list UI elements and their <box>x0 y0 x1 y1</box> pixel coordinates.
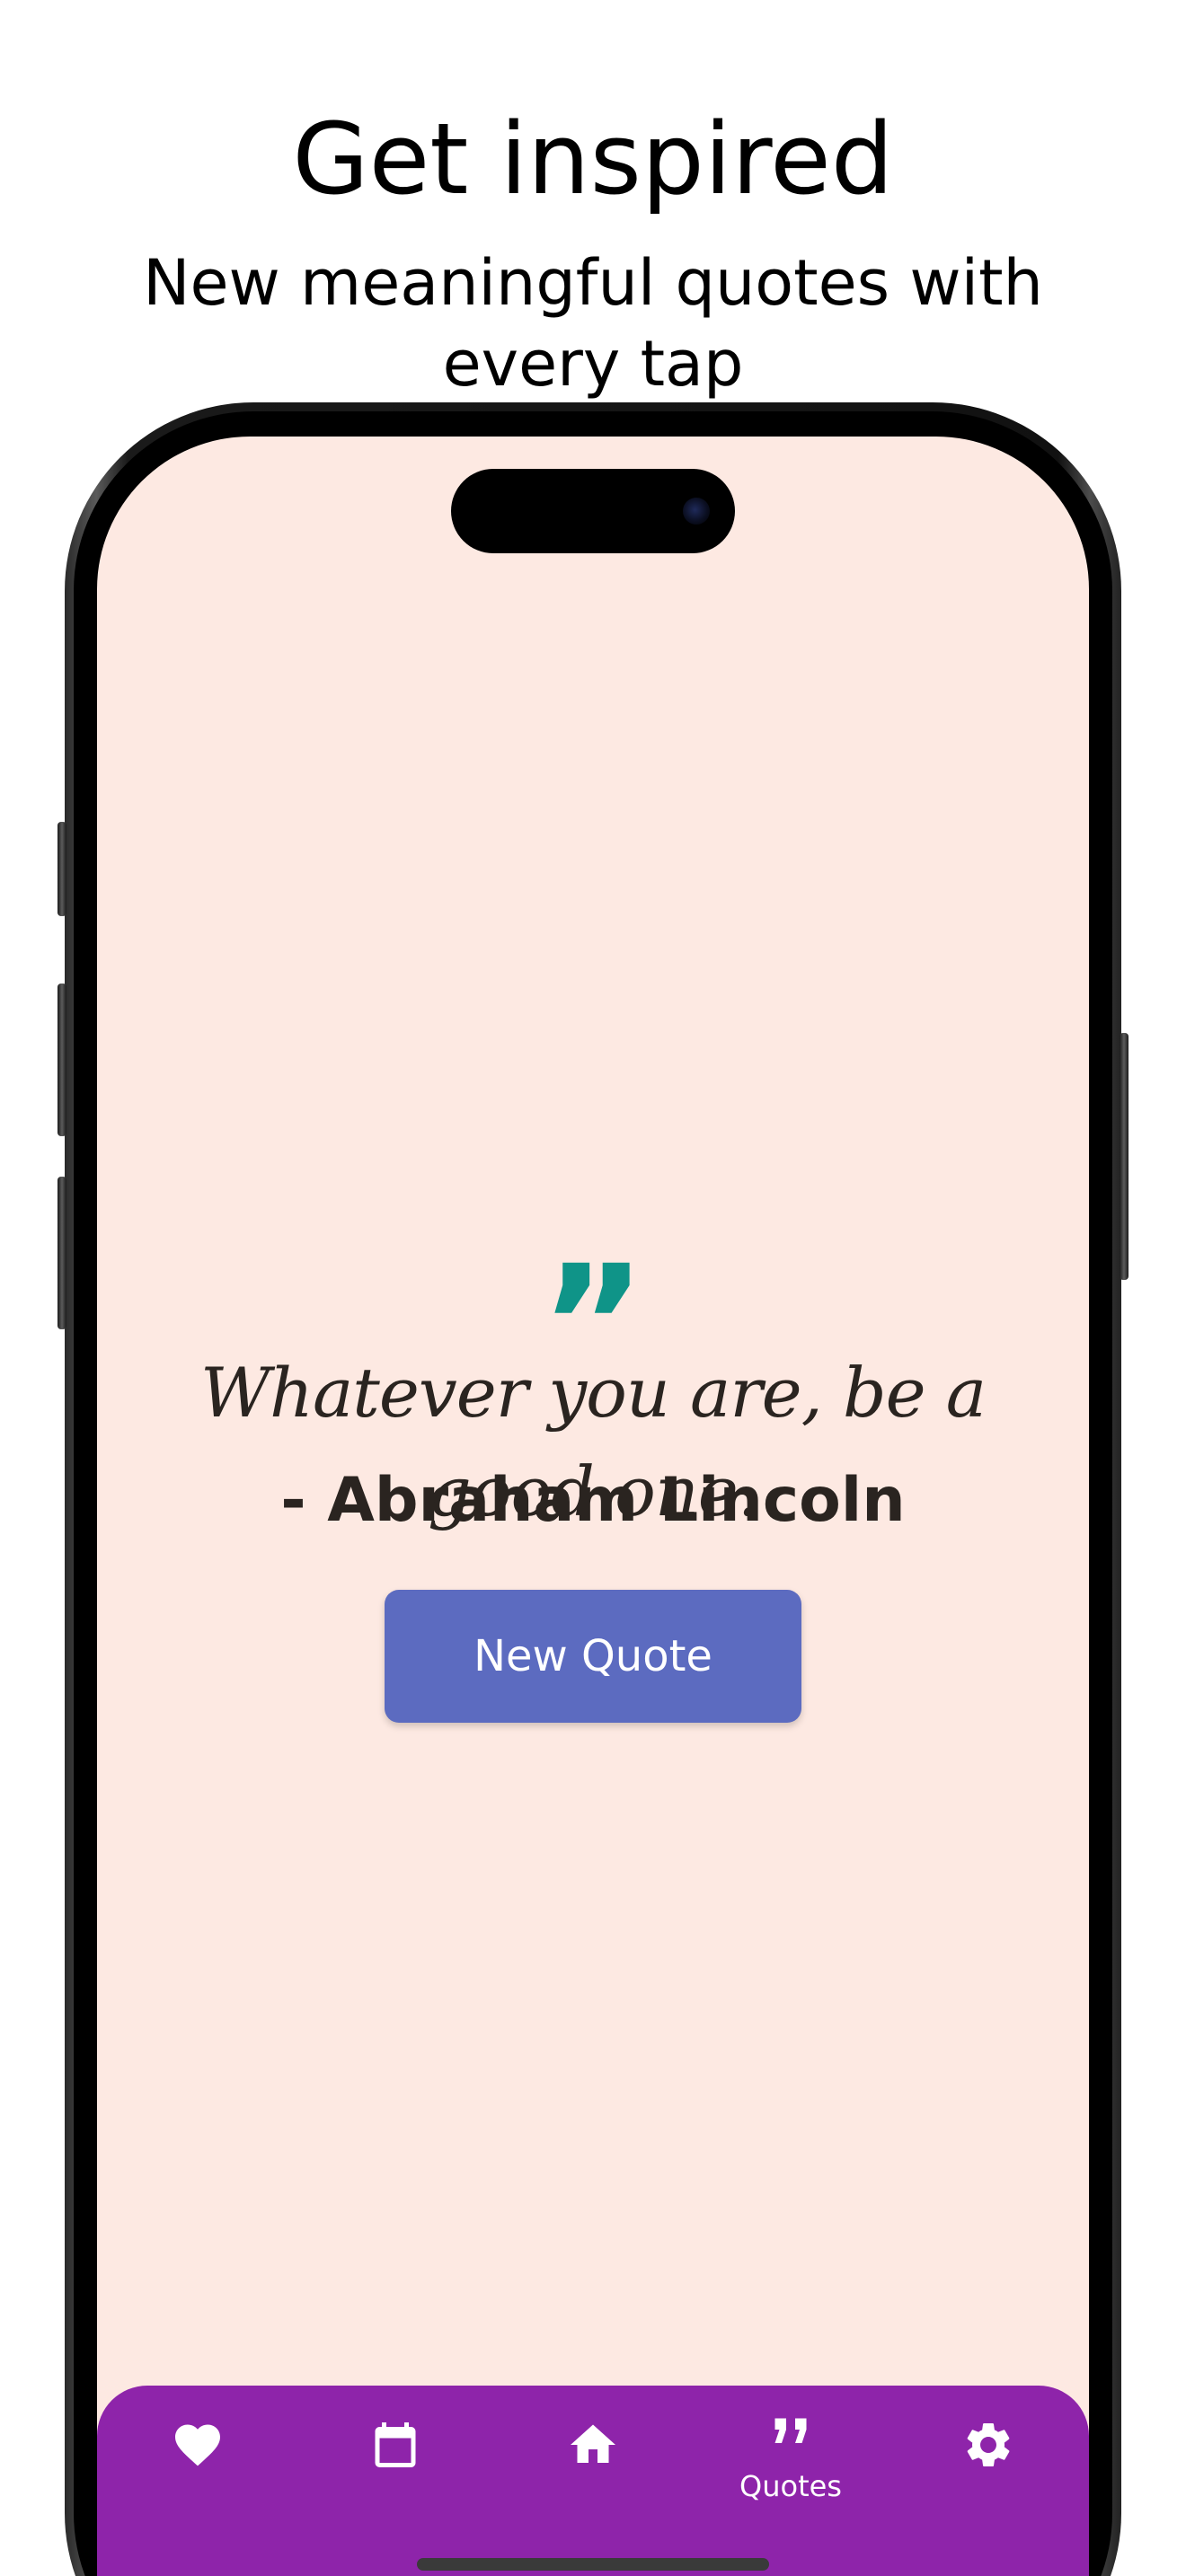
bottom-navigation: Quotes <box>97 2386 1089 2576</box>
nav-item-home[interactable] <box>494 2386 692 2576</box>
nav-item-calendar[interactable] <box>296 2386 494 2576</box>
nav-item-quotes[interactable]: Quotes <box>692 2386 890 2576</box>
power-button <box>1120 1033 1128 1280</box>
quote-icon <box>774 2418 807 2443</box>
nav-item-favorites[interactable] <box>99 2386 296 2576</box>
dynamic-island <box>451 469 735 553</box>
promo-title: Get inspired <box>292 101 894 216</box>
nav-item-label: Quotes <box>739 2469 842 2503</box>
camera-icon <box>683 498 710 525</box>
volume-up-button <box>58 984 66 1136</box>
app-screen: ” Whatever you are, be a good one. - Abr… <box>97 437 1089 2576</box>
new-quote-button[interactable]: New Quote <box>385 1590 801 1723</box>
gear-icon <box>967 2423 1010 2466</box>
home-indicator[interactable] <box>417 2558 769 2571</box>
heart-icon <box>175 2424 220 2466</box>
quote-author: - Abraham Lincoln <box>280 1465 906 1536</box>
action-button <box>58 822 66 916</box>
calendar-icon <box>375 2422 416 2467</box>
home-icon <box>571 2424 615 2463</box>
promo-subtitle: New meaningful quotes with every tap <box>143 246 1043 401</box>
nav-item-settings[interactable] <box>890 2386 1087 2576</box>
volume-down-button <box>58 1177 66 1329</box>
